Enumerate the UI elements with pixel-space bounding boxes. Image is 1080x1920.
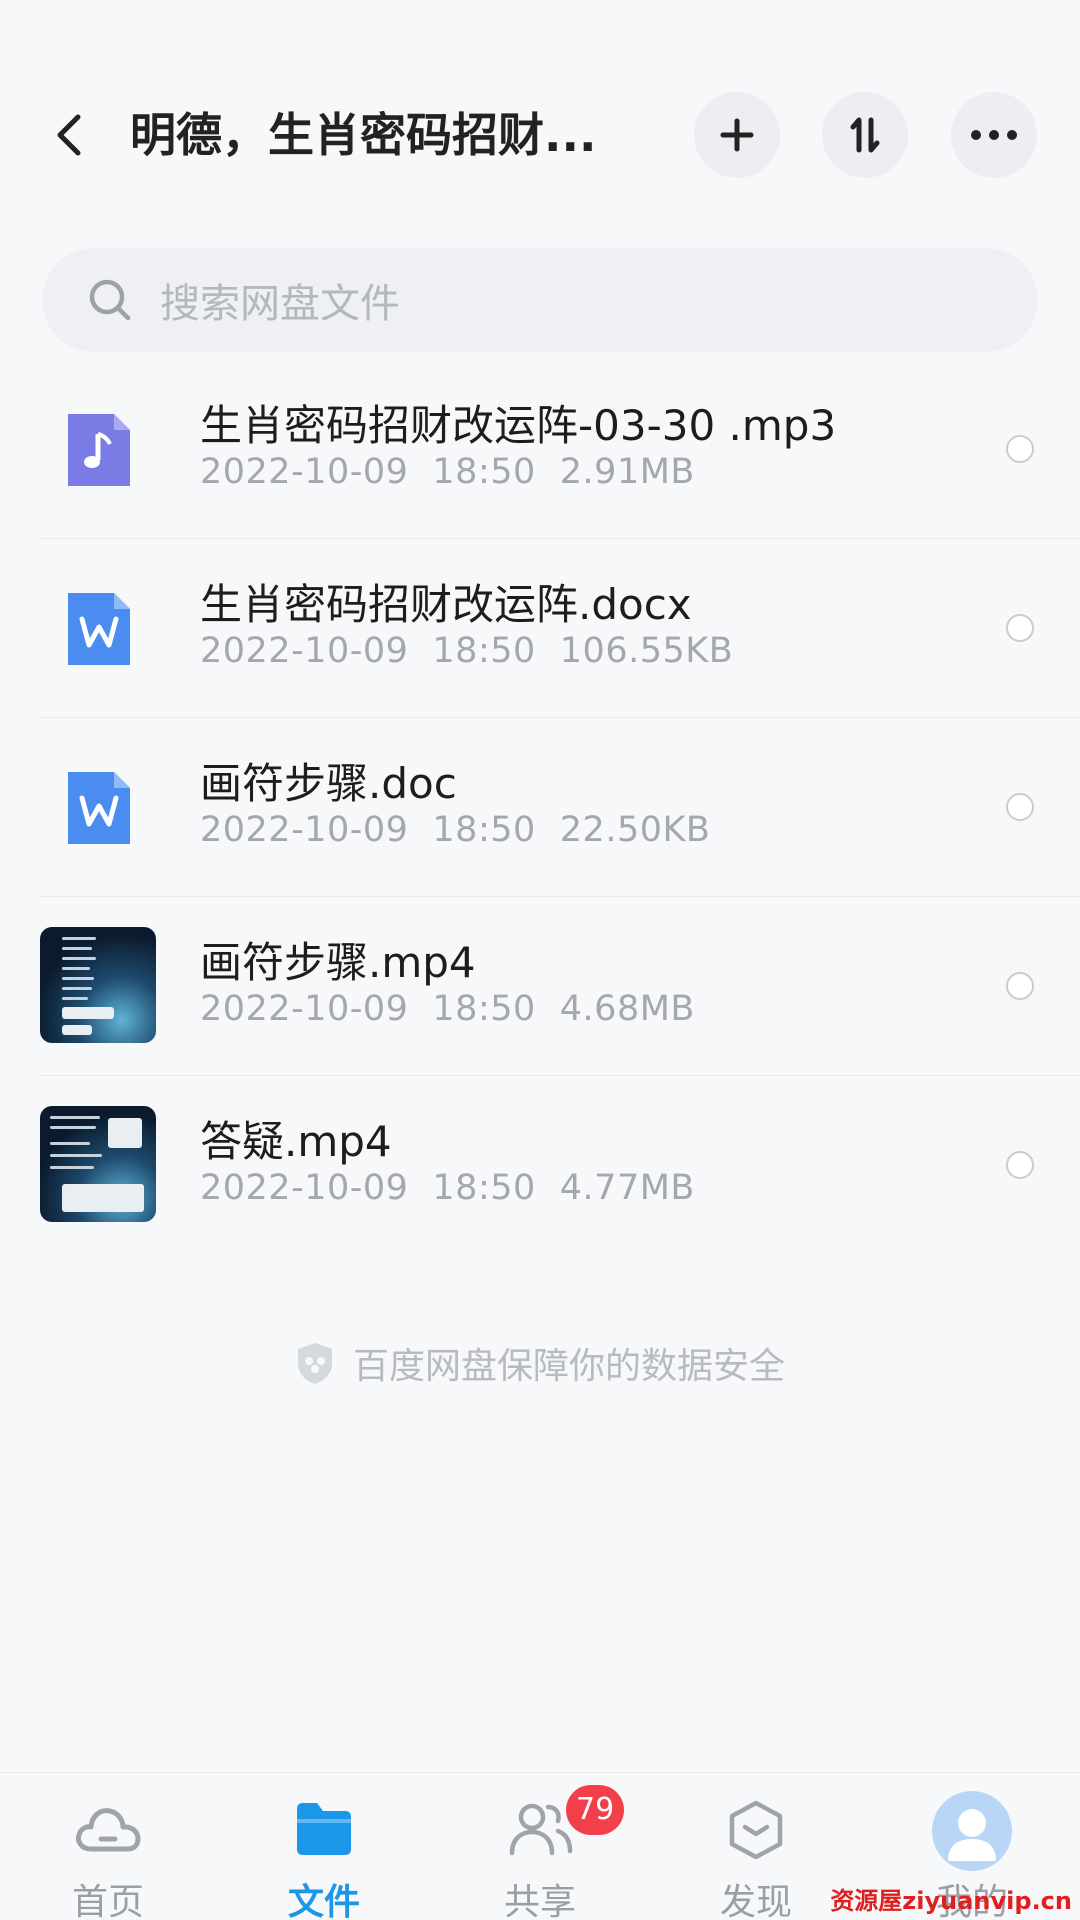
file-row[interactable]: 答疑.mp4 2022-10-09 18:50 4.77MB [0,1076,1080,1255]
plus-icon [720,118,754,152]
select-checkbox[interactable] [1006,972,1034,1000]
nav-item-discover[interactable]: 发现 [666,1773,846,1920]
chevron-left-icon [57,114,81,156]
file-row[interactable]: 生肖密码招财改运阵-03-30 .mp3 2022-10-09 18:50 2.91… [0,360,1080,539]
file-date: 2022-10-09 [200,989,409,1029]
file-name: 答疑.mp4 [200,1117,392,1166]
user-icon [948,1809,996,1861]
file-list: 生肖密码招财改运阵-03-30 .mp3 2022-10-09 18:50 2.91… [0,360,1080,1255]
select-checkbox[interactable] [1006,614,1034,642]
file-time: 18:50 [432,631,536,671]
shield-icon [297,1343,332,1384]
file-size: 2.91MB [559,452,695,492]
nav-item-home[interactable]: 首页 [18,1773,198,1920]
file-browser-screen: 明德，生肖密码招财... 搜索网盘文件 生肖密码招财改运阵-03-30 .mp3… [0,0,1080,1920]
file-meta: 2022-10-09 18:50 106.55KB [200,631,733,671]
file-time: 18:50 [432,1168,536,1208]
word-file-icon [68,772,130,844]
file-meta: 2022-10-09 18:50 4.68MB [200,989,695,1029]
back-button[interactable] [44,110,94,160]
security-text: 百度网盘保障你的数据安全 [352,1346,785,1387]
nav-item-files[interactable]: 文件 [234,1773,414,1920]
file-name: 画符步骤.doc [200,759,457,808]
file-date: 2022-10-09 [200,631,409,671]
file-name: 生肖密码招财改运阵-03-30 .mp3 [200,401,837,450]
word-file-icon [68,593,130,665]
nav-label-files: 文件 [287,1882,360,1920]
more-dots-icon [971,130,1017,140]
nav-label-discover: 发现 [719,1882,792,1920]
avatar [932,1791,1012,1871]
sort-button[interactable] [822,92,908,178]
search-bar[interactable]: 搜索网盘文件 [42,248,1038,352]
security-note: 百度网盘保障你的数据安全 [0,1338,1080,1388]
video-thumbnail [40,927,156,1043]
nav-label-home: 首页 [71,1882,144,1920]
page-title: 明德，生肖密码招财... [130,108,597,162]
file-date: 2022-10-09 [200,452,409,492]
file-name: 生肖密码招财改运阵.docx [200,580,692,629]
add-button[interactable] [694,92,780,178]
file-size: 22.50KB [559,810,711,850]
bottom-nav: 首页 文件 79 共享 发现 我的 资源屋ziyuanvip.cn [0,1772,1080,1920]
folder-icon [297,1803,351,1855]
file-size: 106.55KB [559,631,734,671]
file-name: 画符步骤.mp4 [200,938,476,987]
file-time: 18:50 [432,989,536,1029]
file-time: 18:50 [432,810,536,850]
audio-file-icon [68,414,130,486]
cube-icon [729,1800,783,1860]
watermark-text: 资源屋ziyuanvip.cn [830,1887,1072,1915]
cloud-icon [76,1808,141,1852]
file-date: 2022-10-09 [200,1168,409,1208]
select-checkbox[interactable] [1006,1151,1034,1179]
file-row[interactable]: 画符步骤.mp4 2022-10-09 18:50 4.68MB [0,897,1080,1076]
file-meta: 2022-10-09 18:50 4.77MB [200,1168,695,1208]
nav-label-share: 共享 [503,1882,576,1920]
search-icon [84,274,136,326]
video-thumbnail [40,1106,156,1222]
select-checkbox[interactable] [1006,435,1034,463]
search-placeholder: 搜索网盘文件 [160,281,400,327]
file-size: 4.68MB [559,989,695,1029]
file-row[interactable]: 生肖密码招财改运阵.docx 2022-10-09 18:50 106.55KB [0,539,1080,718]
more-button[interactable] [951,92,1037,178]
file-row[interactable]: 画符步骤.doc 2022-10-09 18:50 22.50KB [0,718,1080,897]
notification-badge: 79 [566,1785,625,1835]
nav-item-share[interactable]: 79 共享 [450,1773,630,1920]
file-meta: 2022-10-09 18:50 2.91MB [200,452,695,492]
file-date: 2022-10-09 [200,810,409,850]
file-time: 18:50 [432,452,536,492]
header-bar: 明德，生肖密码招财... [0,90,1080,180]
sort-icon [850,117,880,153]
file-meta: 2022-10-09 18:50 22.50KB [200,810,710,850]
select-checkbox[interactable] [1006,793,1034,821]
file-size: 4.77MB [559,1168,695,1208]
